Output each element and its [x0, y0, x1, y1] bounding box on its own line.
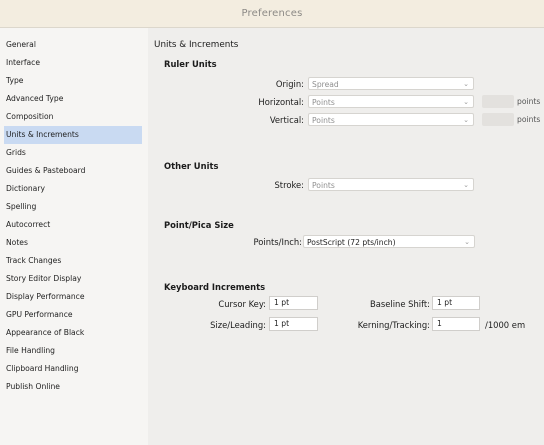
sidebar-item-interface[interactable]: Interface [4, 54, 142, 72]
chevron-down-icon: ⌄ [463, 116, 469, 124]
horizontal-units-select[interactable]: Points ⌄ [308, 95, 474, 108]
sidebar-list: General Interface Type Advanced Type Composi… [4, 36, 142, 396]
vertical-label: Vertical: [269, 115, 304, 125]
sidebar: General Interface Type Advanced Type Composi… [0, 28, 148, 445]
sidebar-item-display-performance[interactable]: Display Performance [4, 288, 142, 306]
window-title: Preferences [241, 8, 303, 19]
kerning-unit-label: /1000 em [485, 320, 526, 330]
kerning-tracking-label: Kerning/Tracking: [357, 320, 430, 330]
origin-select[interactable]: Spread ⌄ [308, 77, 474, 90]
origin-label: Origin: [275, 79, 304, 89]
sidebar-item-notes[interactable]: Notes [4, 234, 142, 252]
cursor-key-label: Cursor Key: [218, 299, 266, 309]
sidebar-item-guides-pasteboard[interactable]: Guides & Pasteboard [4, 162, 142, 180]
sidebar-item-publish-online[interactable]: Publish Online [4, 378, 142, 396]
keyboard-increments-heading: Keyboard Increments [164, 282, 266, 292]
size-leading-label: Size/Leading: [210, 320, 266, 330]
stroke-units-select[interactable]: Points ⌄ [308, 178, 474, 191]
sidebar-item-type[interactable]: Type [4, 72, 142, 90]
sidebar-item-gpu-performance[interactable]: GPU Performance [4, 306, 142, 324]
chevron-down-icon: ⌄ [463, 80, 469, 88]
sidebar-item-clipboard-handling[interactable]: Clipboard Handling [4, 360, 142, 378]
baseline-shift-field[interactable]: 1 pt [432, 296, 480, 310]
kerning-tracking-field[interactable]: 1 [432, 317, 480, 331]
sidebar-item-track-changes[interactable]: Track Changes [4, 252, 142, 270]
points-inch-label: Points/Inch: [253, 237, 303, 247]
sidebar-item-file-handling[interactable]: File Handling [4, 342, 142, 360]
horizontal-custom-field[interactable] [482, 95, 514, 108]
title-bar: Preferences [0, 0, 544, 28]
horizontal-value: Points [312, 98, 335, 107]
horizontal-label: Horizontal: [258, 97, 304, 107]
vertical-value: Points [312, 116, 335, 125]
stroke-value: Points [312, 181, 335, 190]
sidebar-item-units-increments[interactable]: Units & Increments [4, 126, 142, 144]
chevron-down-icon: ⌄ [464, 238, 470, 246]
vertical-unit-label: points [517, 115, 541, 124]
vertical-custom-field[interactable] [482, 113, 514, 126]
sidebar-item-autocorrect[interactable]: Autocorrect [4, 216, 142, 234]
vertical-units-select[interactable]: Points ⌄ [308, 113, 474, 126]
sidebar-item-grids[interactable]: Grids [4, 144, 142, 162]
points-inch-value: PostScript (72 pts/inch) [307, 238, 396, 247]
sidebar-item-advanced-type[interactable]: Advanced Type [4, 90, 142, 108]
panel-title: Units & Increments [154, 40, 239, 50]
horizontal-unit-label: points [517, 97, 541, 106]
sidebar-item-story-editor-display[interactable]: Story Editor Display [4, 270, 142, 288]
cursor-key-field[interactable]: 1 pt [269, 296, 318, 310]
point-pica-heading: Point/Pica Size [164, 220, 234, 230]
sidebar-item-composition[interactable]: Composition [4, 108, 142, 126]
size-leading-field[interactable]: 1 pt [269, 317, 318, 331]
other-units-heading: Other Units [164, 161, 219, 171]
stroke-label: Stroke: [274, 180, 304, 190]
sidebar-item-general[interactable]: General [4, 36, 142, 54]
chevron-down-icon: ⌄ [463, 181, 469, 189]
sidebar-item-appearance-of-black[interactable]: Appearance of Black [4, 324, 142, 342]
sidebar-item-dictionary[interactable]: Dictionary [4, 180, 142, 198]
sidebar-item-spelling[interactable]: Spelling [4, 198, 142, 216]
origin-value: Spread [312, 80, 339, 89]
chevron-down-icon: ⌄ [463, 98, 469, 106]
ruler-units-heading: Ruler Units [164, 59, 217, 69]
points-inch-select[interactable]: PostScript (72 pts/inch) ⌄ [303, 235, 475, 248]
preferences-panel: Units & Increments Ruler Units Origin: S… [148, 28, 544, 445]
baseline-shift-label: Baseline Shift: [369, 299, 430, 309]
